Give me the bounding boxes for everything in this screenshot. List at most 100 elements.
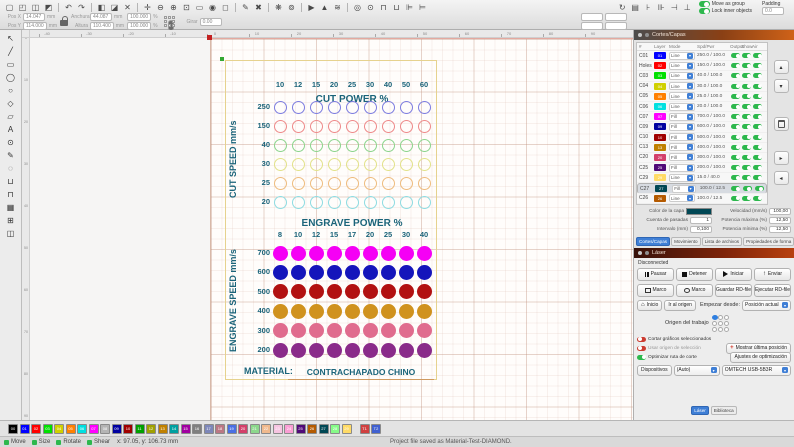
engrave-test-dot[interactable] <box>417 343 432 358</box>
tab-propiedades-forma[interactable]: Propiedades de forma <box>743 237 794 246</box>
layer-row-holes[interactable]: Holes02Line▾150.0 / 100.0 <box>637 61 767 71</box>
home-button[interactable]: ⌂Inicio <box>637 300 662 311</box>
frame-rect-button[interactable]: Marco <box>637 284 674 297</box>
delete-icon[interactable]: ✕ <box>122 2 133 14</box>
cut-selected-toggle[interactable] <box>637 337 646 342</box>
layer-air-toggle[interactable] <box>753 73 762 78</box>
open-file-icon[interactable]: ◰ <box>17 2 28 14</box>
engrave-test-dot[interactable] <box>363 304 378 319</box>
boolean-subtract-tool[interactable]: ⊓ <box>3 189 19 201</box>
zoom-frame-icon[interactable]: ⊡ <box>181 2 192 14</box>
layer-air-toggle[interactable] <box>755 186 764 191</box>
cut-test-circle[interactable] <box>310 158 323 171</box>
layer-show-toggle[interactable] <box>742 175 751 180</box>
lock-inner-objects-toggle[interactable] <box>699 8 710 14</box>
engrave-power-header[interactable]: 30 <box>397 230 415 239</box>
engrave-test-dot[interactable] <box>345 246 360 261</box>
engrave-test-dot[interactable] <box>291 284 306 299</box>
optimize-path-toggle[interactable] <box>637 355 646 360</box>
cut-test-circle[interactable] <box>400 120 413 133</box>
cut-test-circle[interactable] <box>292 158 305 171</box>
cut-test-circle[interactable] <box>418 177 431 190</box>
job-origin-radio[interactable] <box>724 315 729 320</box>
layer-color-chip[interactable]: 13 <box>654 144 666 151</box>
cut-test-circle[interactable] <box>310 139 323 152</box>
engrave-test-dot[interactable] <box>345 284 360 299</box>
toolbar-field-disabled-2[interactable] <box>605 13 627 21</box>
job-origin-radio[interactable] <box>718 327 723 332</box>
workspace-canvas[interactable]: -40-30-20-100102030405060708090 01020304… <box>22 30 633 420</box>
layer-color-chip[interactable]: 03 <box>654 72 666 79</box>
panel-float-icon[interactable] <box>645 33 649 37</box>
monitor-icon[interactable]: ◻ <box>220 2 231 14</box>
import-icon[interactable]: ◩ <box>43 2 54 14</box>
layer-show-toggle[interactable] <box>742 124 751 129</box>
layer-show-toggle[interactable] <box>743 186 752 191</box>
cut-test-circle[interactable] <box>292 177 305 190</box>
layer-delete-button[interactable] <box>774 117 789 131</box>
stop-button[interactable]: Detener <box>676 268 713 281</box>
layer-show-toggle[interactable] <box>742 196 751 201</box>
cut-test-circle[interactable] <box>328 177 341 190</box>
engrave-speed-row-label[interactable]: 200 <box>236 345 270 354</box>
layer-color-chip[interactable]: 25 <box>654 164 666 171</box>
width-input[interactable]: 44.087 <box>90 13 112 21</box>
palette-swatch-06[interactable]: 06 <box>77 424 87 434</box>
devices-button[interactable]: Dispositivos <box>637 365 672 376</box>
cut-test-circle[interactable] <box>346 196 359 209</box>
cut-test-circle[interactable] <box>364 101 377 114</box>
layer-output-toggle[interactable] <box>731 175 740 180</box>
engrave-test-dot[interactable] <box>273 343 288 358</box>
layer-show-toggle[interactable] <box>742 94 751 99</box>
cut-test-circle[interactable] <box>382 177 395 190</box>
scale-h-input[interactable]: 100.000 <box>127 22 151 30</box>
layer-row-c06[interactable]: C0606Line▾20.0 / 100.0 <box>637 102 767 112</box>
cut-test-circle[interactable] <box>328 101 341 114</box>
palette-swatch-12[interactable]: 12 <box>146 424 156 434</box>
layer-row-c07[interactable]: C0707Fill▾700.0 / 100.0 <box>637 112 767 122</box>
engrave-test-dot[interactable] <box>291 246 306 261</box>
tab-laser[interactable]: Láser <box>691 406 709 415</box>
cut-test-circle[interactable] <box>310 101 323 114</box>
cut-test-circle[interactable] <box>382 139 395 152</box>
engrave-test-dot[interactable] <box>381 343 396 358</box>
layer-air-toggle[interactable] <box>753 104 762 109</box>
layer-color-swatch[interactable] <box>686 208 712 215</box>
layer-assign-right-button[interactable]: ▸ <box>774 151 789 165</box>
preview-icon[interactable]: ▶ <box>306 2 317 14</box>
layer-row-c25[interactable]: C2525Fill▾200.0 / 100.0 <box>637 163 767 173</box>
engrave-power-header[interactable]: 10 <box>289 230 307 239</box>
layer-mode-select[interactable]: Fill▾ <box>672 185 695 193</box>
layer-color-chip[interactable]: 26 <box>654 195 666 202</box>
start-from-select[interactable]: Posición actual▾ <box>742 300 791 311</box>
layer-move-up-button[interactable]: ▴ <box>774 60 789 74</box>
redo-icon[interactable]: ↷ <box>76 2 87 14</box>
align-h-icon[interactable]: ⊫ <box>404 2 415 14</box>
job-origin-radio[interactable] <box>712 327 717 332</box>
palette-swatch-01[interactable]: 01 <box>20 424 30 434</box>
cut-test-circle[interactable] <box>418 158 431 171</box>
engrave-test-dot[interactable] <box>345 265 360 280</box>
layer-row-c29[interactable]: C2929Line▾15.0 / 40.0 <box>637 173 767 183</box>
layer-output-toggle[interactable] <box>731 135 740 140</box>
layer-air-toggle[interactable] <box>753 94 762 99</box>
cut-test-circle[interactable] <box>274 101 287 114</box>
engrave-test-dot[interactable] <box>381 304 396 319</box>
cut-test-circle[interactable] <box>274 120 287 133</box>
engrave-test-dot[interactable] <box>363 265 378 280</box>
pos-y-input[interactable]: 114.000 <box>23 22 47 30</box>
layer-show-toggle[interactable] <box>742 63 751 68</box>
alert-icon[interactable]: ▲ <box>319 2 330 14</box>
engrave-speed-row-label[interactable]: 400 <box>236 306 270 315</box>
engrave-test-dot[interactable] <box>345 323 360 338</box>
engrave-test-dot[interactable] <box>291 323 306 338</box>
scale-w-input[interactable]: 100.000 <box>127 13 151 21</box>
cut-speed-row-label[interactable]: 25 <box>236 178 270 187</box>
palette-swatch-26[interactable]: 26 <box>307 424 317 434</box>
engrave-test-dot[interactable] <box>273 304 288 319</box>
cut-test-circle[interactable] <box>418 101 431 114</box>
refresh-icon[interactable]: ↻ <box>617 2 628 14</box>
palette-swatch-05[interactable]: 05 <box>66 424 76 434</box>
cut-test-circle[interactable] <box>418 139 431 152</box>
palette-swatch-29[interactable]: 29 <box>342 424 352 434</box>
